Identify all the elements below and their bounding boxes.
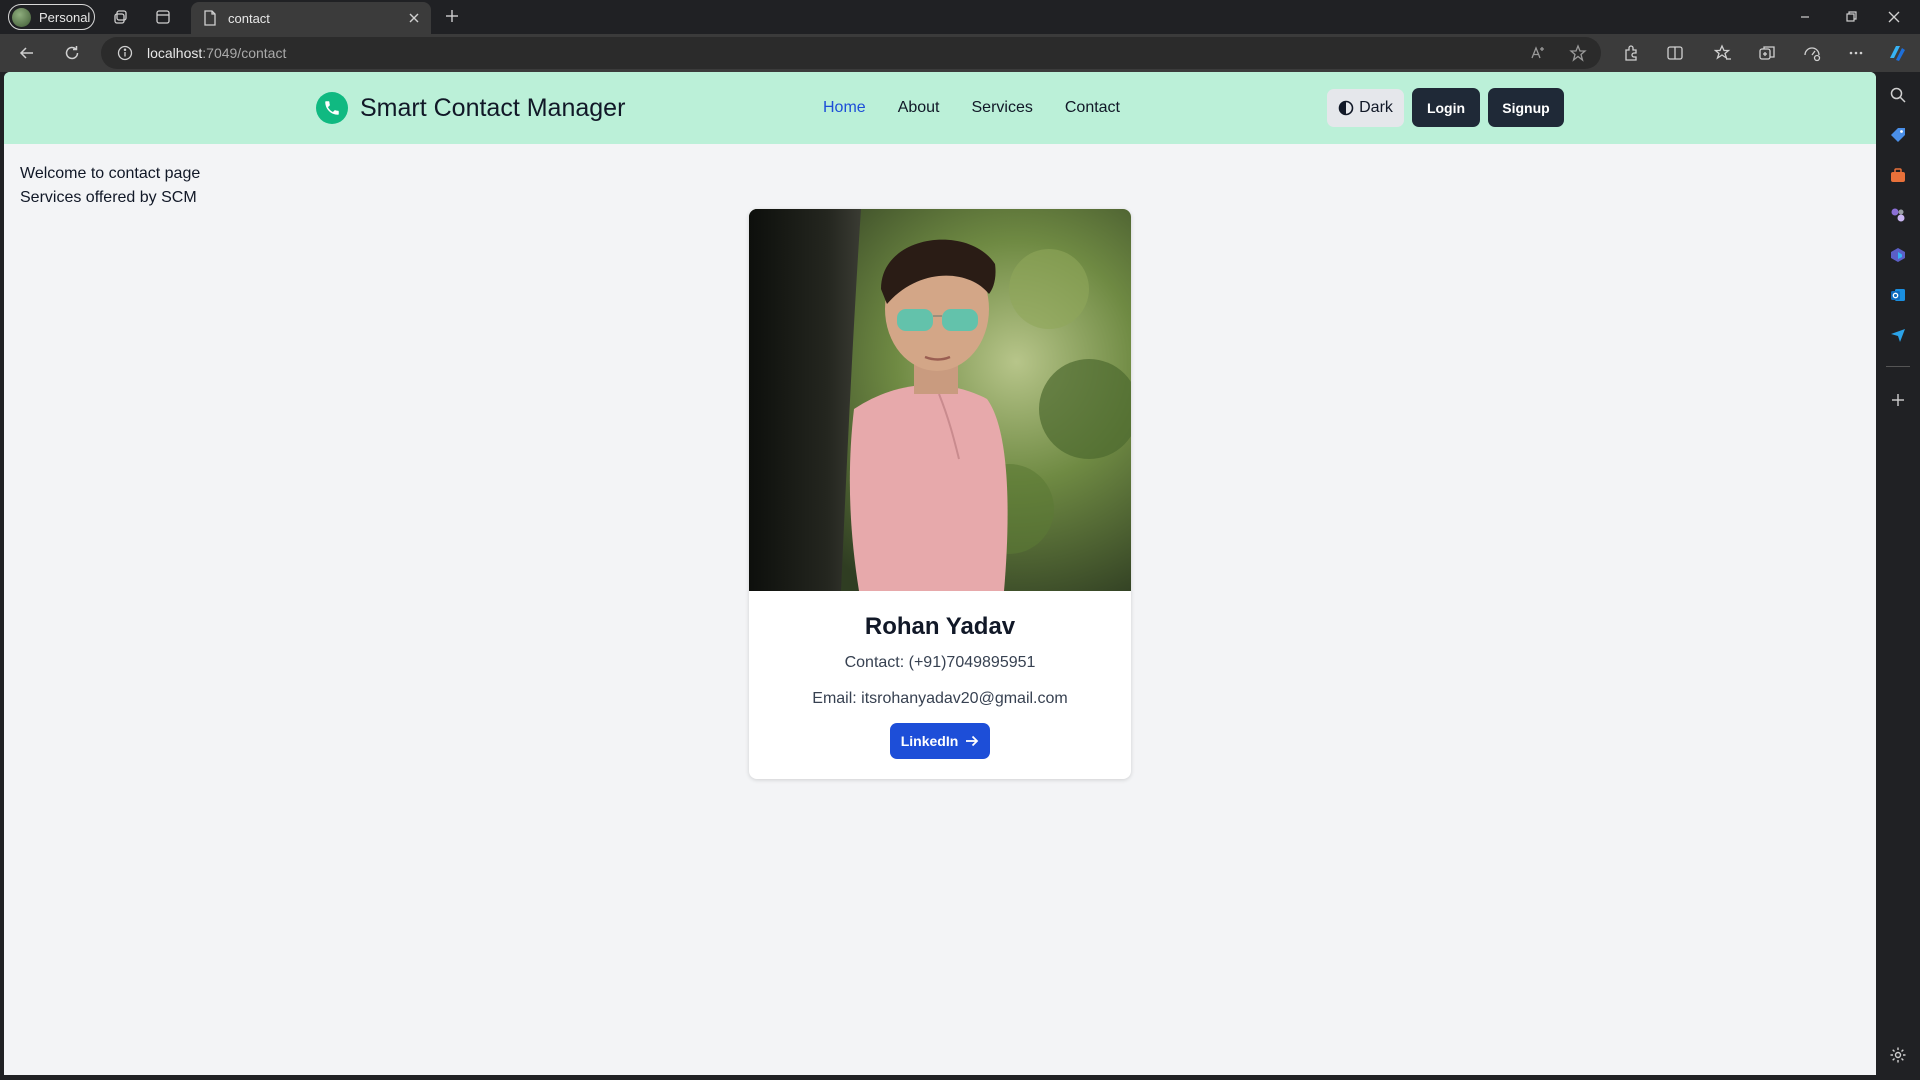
split-screen-icon[interactable] <box>1666 44 1684 62</box>
nav-link-contact[interactable]: Contact <box>1065 99 1120 117</box>
collections-icon[interactable] <box>1758 44 1776 62</box>
performance-icon[interactable] <box>1803 44 1821 62</box>
linkedin-button[interactable]: LinkedIn <box>890 723 990 759</box>
profile-label: Personal <box>39 9 91 25</box>
sidebar-divider <box>1886 366 1910 367</box>
address-path: :7049/contact <box>202 45 287 61</box>
phone-icon <box>316 92 348 124</box>
welcome-line: Welcome to contact page <box>20 165 201 182</box>
nav-link-about[interactable]: About <box>898 99 940 117</box>
send-icon[interactable] <box>1889 326 1907 344</box>
services-line: Services offered by SCM <box>20 189 197 206</box>
search-icon[interactable] <box>1889 86 1907 104</box>
extensions-icon[interactable] <box>1622 44 1640 62</box>
contact-email: Email: itsrohanyadav20@gmail.com <box>812 690 1068 707</box>
page-viewport: Smart Contact Manager Home About Service… <box>4 72 1876 1075</box>
refresh-icon[interactable] <box>63 44 81 62</box>
page-icon <box>204 10 216 26</box>
favorite-star-icon[interactable] <box>1569 44 1587 62</box>
arrow-right-icon <box>966 735 979 747</box>
tab-title: contact <box>228 10 270 26</box>
linkedin-button-label: LinkedIn <box>900 733 959 749</box>
more-options-icon[interactable] <box>1847 44 1865 62</box>
workspaces-icon[interactable] <box>113 9 129 25</box>
site-info-icon[interactable] <box>117 45 133 61</box>
new-tab-icon[interactable] <box>444 8 460 24</box>
address-bar[interactable]: localhost:7049/contact <box>101 37 1601 69</box>
site-navbar: Smart Contact Manager Home About Service… <box>4 72 1876 144</box>
tab-actions-icon[interactable] <box>155 9 171 25</box>
browser-tab-bar: Personal contact <box>0 0 1920 34</box>
theme-toggle-label: Dark <box>1359 99 1393 116</box>
shopping-tag-icon[interactable] <box>1889 126 1907 144</box>
theme-toggle-button[interactable]: Dark <box>1327 89 1404 127</box>
outlook-icon[interactable] <box>1889 286 1907 304</box>
contact-phone: Contact: (+91)7049895951 <box>844 654 1036 671</box>
nav-link-services[interactable]: Services <box>972 99 1033 117</box>
nav-link-home[interactable]: Home <box>823 99 866 117</box>
games-icon[interactable] <box>1889 206 1907 224</box>
read-aloud-icon[interactable] <box>1529 44 1547 62</box>
close-window-icon[interactable] <box>1886 9 1902 25</box>
address-host: localhost <box>147 45 203 61</box>
back-icon[interactable] <box>18 44 36 62</box>
brand[interactable]: Smart Contact Manager <box>316 92 625 124</box>
minimize-icon[interactable] <box>1797 9 1813 25</box>
close-tab-icon[interactable] <box>407 11 421 25</box>
profile-photo <box>749 209 1131 591</box>
tools-icon[interactable] <box>1889 166 1907 184</box>
profile-avatar <box>12 7 31 27</box>
copilot-icon[interactable] <box>1886 42 1908 64</box>
signup-button[interactable]: Signup <box>1488 88 1564 127</box>
browser-toolbar: localhost:7049/contact <box>0 34 1920 72</box>
favorites-icon[interactable] <box>1714 44 1732 62</box>
address-text: localhost:7049/contact <box>147 45 286 61</box>
intro-text: Welcome to contact page Services offered… <box>20 162 200 210</box>
nav-links: Home About Services Contact <box>823 99 1120 117</box>
profile-button[interactable]: Personal <box>8 4 95 30</box>
settings-gear-icon[interactable] <box>1889 1046 1907 1064</box>
edge-sidebar <box>1876 72 1920 1077</box>
contact-name: Rohan Yadav <box>864 613 1016 640</box>
active-tab[interactable]: contact <box>191 2 431 34</box>
login-button[interactable]: Login <box>1412 88 1480 127</box>
contact-card: Rohan Yadav Contact: (+91)7049895951 Ema… <box>749 209 1131 779</box>
half-circle-icon <box>1338 100 1354 116</box>
add-icon[interactable] <box>1889 391 1907 409</box>
microsoft-365-icon[interactable] <box>1889 246 1907 264</box>
brand-name: Smart Contact Manager <box>360 93 626 122</box>
restore-icon[interactable] <box>1843 9 1859 25</box>
